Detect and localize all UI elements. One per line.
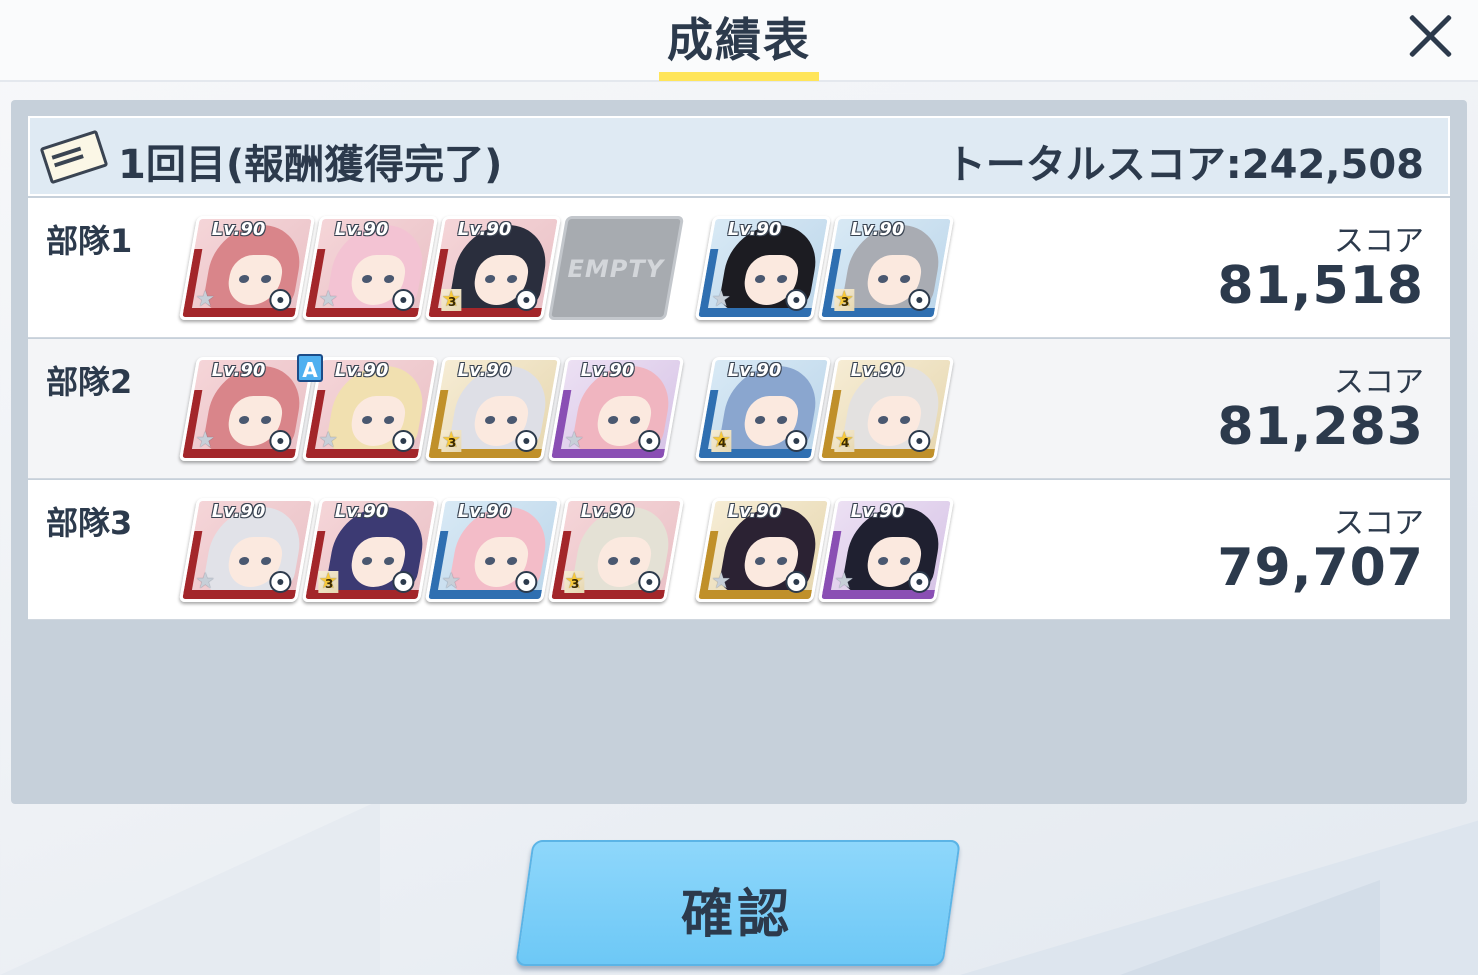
- crosshair-icon: [269, 571, 292, 593]
- crosshair-icon: [269, 289, 292, 311]
- character-card[interactable]: Lv.90 ★ 3: [424, 216, 562, 320]
- character-card[interactable]: Lv.90 ★: [694, 498, 832, 602]
- level-label: Lv.90: [580, 360, 635, 381]
- score-label: スコア: [1334, 365, 1424, 400]
- star-icon: ★: [318, 428, 339, 453]
- level-label: Lv.90: [211, 360, 266, 381]
- squad-name: 部隊2: [46, 363, 133, 401]
- character-card[interactable]: Lv.90 ★ 3: [547, 498, 685, 602]
- level-label: Lv.90: [211, 219, 266, 240]
- crosshair-icon: [908, 289, 931, 311]
- character-card[interactable]: Lv.90 ★: [817, 498, 955, 602]
- character-card[interactable]: Lv.90 ★: [424, 498, 562, 602]
- support-icon: [392, 289, 415, 311]
- level-label: Lv.90: [457, 501, 512, 522]
- star-icon: ★: [318, 287, 339, 312]
- character-card[interactable]: Lv.90 ★: [178, 498, 316, 602]
- level-label: Lv.90: [727, 360, 782, 381]
- star-icon: ★: [834, 569, 855, 594]
- level-label: Lv.90: [580, 501, 635, 522]
- character-card[interactable]: Lv.90 ★ 4: [817, 357, 955, 461]
- support-icon: [785, 430, 808, 452]
- character-card[interactable]: Lv.90 ★ 3: [424, 357, 562, 461]
- star-count: 4: [718, 436, 727, 450]
- support-icon: [638, 571, 661, 593]
- header-bar: 成績表: [0, 0, 1478, 82]
- character-card[interactable]: Lv.90 ★: [301, 216, 439, 320]
- squad-row: 部隊1 Lv.90 ★ Lv.90 ★ Lv.90 ★ 3 EMPTY Lv.90 ★ Lv.90 ★…: [28, 198, 1450, 338]
- star-icon: ★: [711, 569, 732, 594]
- score-label: スコア: [1334, 224, 1424, 259]
- star-count: 3: [841, 295, 850, 309]
- ticket-icon: [39, 129, 109, 185]
- star-icon: ★: [564, 428, 585, 453]
- character-card[interactable]: Lv.90 ★: [694, 216, 832, 320]
- support-icon: [908, 430, 931, 452]
- close-icon[interactable]: [1400, 6, 1460, 66]
- character-card[interactable]: Lv.90 ★: [178, 216, 316, 320]
- empty-slot[interactable]: EMPTY: [547, 216, 685, 320]
- support-icon: [785, 289, 808, 311]
- star-count: 3: [571, 577, 580, 591]
- star-icon: ★: [195, 569, 216, 594]
- squad-score: 81,518: [1217, 256, 1424, 316]
- background-shape: [1120, 880, 1380, 975]
- support-icon: [908, 571, 931, 593]
- support-icon: [785, 571, 808, 593]
- total-score: トータルスコア:242,508: [945, 142, 1424, 188]
- round-label: 1回目(報酬獲得完了): [118, 142, 503, 188]
- star-icon: ★: [441, 569, 462, 594]
- round-header: 1回目(報酬獲得完了) トータルスコア:242,508: [28, 116, 1450, 196]
- score-label: スコア: [1334, 506, 1424, 541]
- star-count: 3: [448, 295, 457, 309]
- star-icon: ★: [195, 287, 216, 312]
- support-icon: [515, 571, 538, 593]
- crosshair-icon: [269, 430, 292, 452]
- character-card[interactable]: Lv.90 ★: [547, 357, 685, 461]
- crosshair-icon: [515, 289, 538, 311]
- level-label: Lv.90: [727, 501, 782, 522]
- support-icon: [392, 430, 415, 452]
- confirm-label: 確認: [681, 885, 794, 945]
- squad-score: 79,707: [1217, 538, 1424, 598]
- crosshair-icon: [515, 430, 538, 452]
- character-card[interactable]: Lv.90 ★ 3: [301, 498, 439, 602]
- shield-icon: [392, 571, 415, 593]
- squad-name: 部隊3: [46, 504, 133, 542]
- crosshair-icon: [638, 430, 661, 452]
- star-count: 3: [325, 577, 334, 591]
- star-icon: ★: [195, 428, 216, 453]
- confirm-button[interactable]: 確認: [515, 840, 961, 966]
- star-icon: ★: [711, 287, 732, 312]
- page-title: 成績表: [667, 13, 811, 67]
- squad-row: 部隊3 Lv.90 ★ Lv.90 ★ 3 Lv.90 ★ Lv.90 ★ 3 Lv.90 ★ Lv.9…: [28, 480, 1450, 620]
- level-label: Lv.90: [850, 219, 905, 240]
- star-count: 3: [448, 436, 457, 450]
- character-card[interactable]: Lv.90 ★ 4: [694, 357, 832, 461]
- level-label: Lv.90: [850, 501, 905, 522]
- level-label: Lv.90: [334, 360, 389, 381]
- squad-name: 部隊1: [46, 222, 133, 260]
- level-label: Lv.90: [457, 360, 512, 381]
- level-label: Lv.90: [457, 219, 512, 240]
- character-card[interactable]: Lv.90 ★: [178, 357, 316, 461]
- squad-score: 81,283: [1217, 397, 1424, 457]
- level-label: Lv.90: [727, 219, 782, 240]
- assist-badge: A: [297, 354, 323, 382]
- background-shape: [0, 800, 380, 975]
- level-label: Lv.90: [211, 501, 266, 522]
- star-count: 4: [841, 436, 850, 450]
- level-label: Lv.90: [850, 360, 905, 381]
- title-underline: [659, 72, 819, 81]
- level-label: Lv.90: [334, 501, 389, 522]
- squad-row: 部隊2 Lv.90 ★ Lv.90 ★ Lv.90 ★ 3 Lv.90 ★ Lv.90 ★ 4 Lv.9…: [28, 339, 1450, 479]
- character-card[interactable]: Lv.90 ★ 3: [817, 216, 955, 320]
- empty-label: EMPTY: [567, 255, 665, 283]
- level-label: Lv.90: [334, 219, 389, 240]
